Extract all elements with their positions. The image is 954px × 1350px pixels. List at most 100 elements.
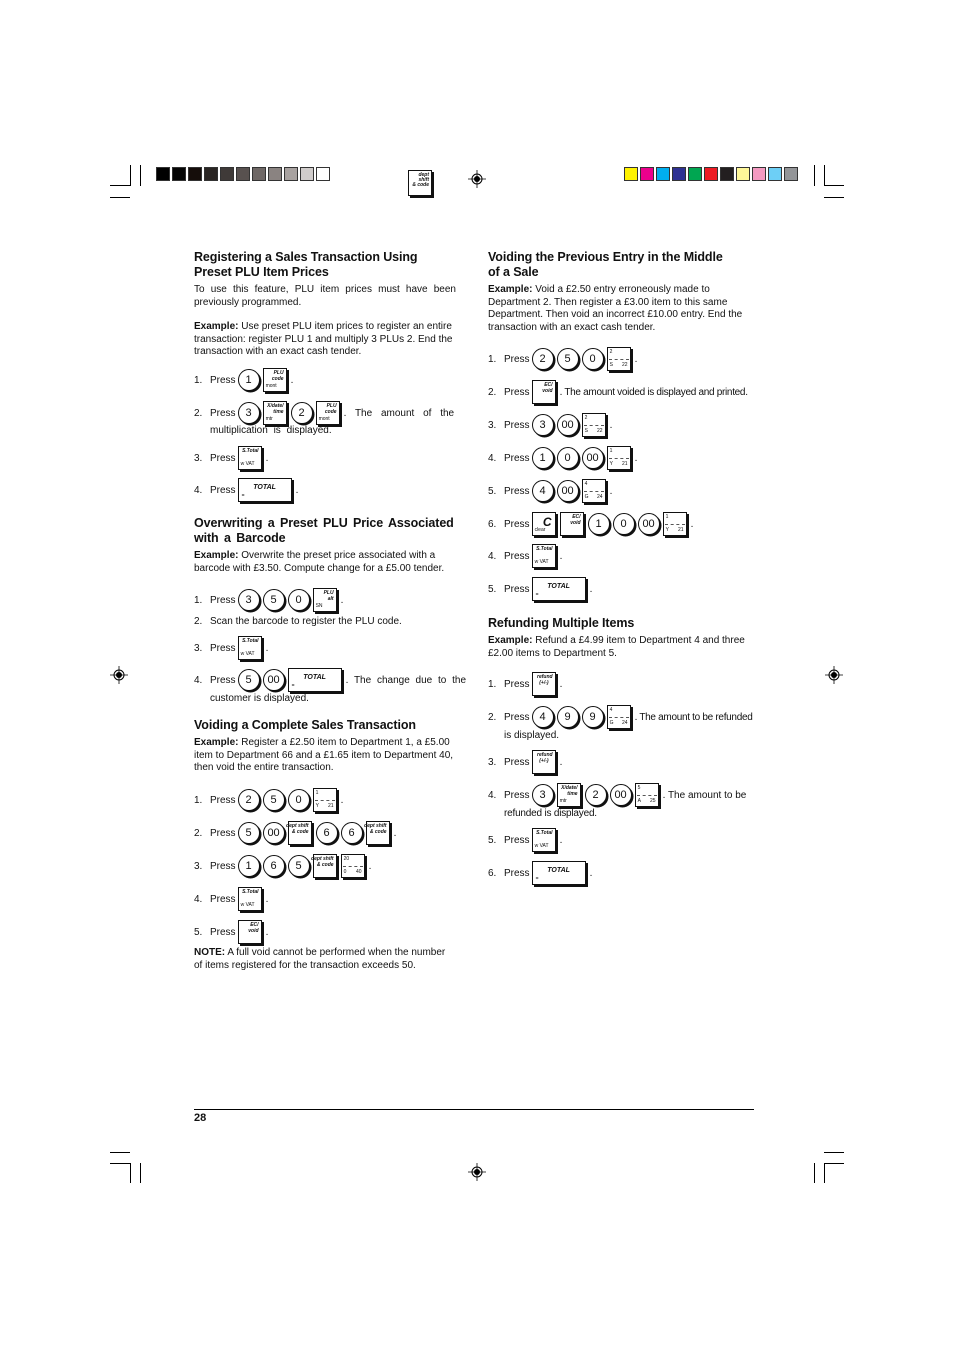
- subtotal-vat-key[interactable]: S.Total w VAT: [531, 544, 556, 568]
- key-2[interactable]: 2: [584, 784, 607, 806]
- clear-key[interactable]: Cclear: [531, 512, 556, 536]
- department-key-5[interactable]: 5 A 25: [634, 783, 659, 807]
- section-title: Refunding Multiple Items: [488, 616, 635, 630]
- dept-shift-code-key[interactable]: dept shift & code: [364, 821, 390, 845]
- key-9[interactable]: 9: [581, 706, 604, 728]
- key-3[interactable]: 3: [531, 414, 554, 436]
- key-5[interactable]: 5: [237, 822, 260, 844]
- calibration-swatch: [688, 167, 702, 181]
- key-00[interactable]: 00: [637, 513, 660, 535]
- section-void-previous: Voiding the Previous Entry in the Middle…: [488, 250, 750, 334]
- department-key-1[interactable]: 1 Y 21: [662, 512, 687, 536]
- calibration-swatch: [236, 167, 250, 181]
- multiply-time-key[interactable]: X/date/time mtr: [262, 401, 287, 425]
- step-number: 1.: [194, 374, 203, 386]
- key-1[interactable]: 1: [237, 855, 260, 877]
- key-label: (+/-): [539, 680, 549, 686]
- plu-alt-key[interactable]: PLU alt SN: [312, 588, 337, 612]
- department-key-4[interactable]: 4 G 24: [606, 705, 631, 729]
- dept-shift-code-key[interactable]: dept shift & code: [311, 854, 337, 878]
- ec-void-key[interactable]: EC/void: [531, 380, 556, 404]
- key-4[interactable]: 4: [531, 706, 554, 728]
- step-press: Press: [504, 583, 530, 595]
- section-refund-multiple: Refunding Multiple Items Example: Refund…: [488, 616, 750, 660]
- department-key-2[interactable]: 2 S 22: [606, 347, 631, 371]
- calibration-swatch: [624, 167, 638, 181]
- key-label: S.Total: [536, 546, 553, 552]
- refund-key[interactable]: refund (+/-): [531, 750, 556, 774]
- total-key[interactable]: TOTAL =: [287, 668, 342, 692]
- key-00[interactable]: 00: [581, 447, 604, 469]
- key-1[interactable]: 1: [531, 447, 554, 469]
- subtotal-vat-key[interactable]: S.Total w VAT: [237, 887, 262, 911]
- key-00[interactable]: 00: [609, 784, 632, 806]
- key-label: S.Total: [536, 830, 553, 836]
- key-3[interactable]: 3: [237, 589, 260, 611]
- key-1[interactable]: 1: [587, 513, 610, 535]
- step: 3. Press 3 00 2 S 22 .: [488, 413, 612, 437]
- step-press: Press: [210, 860, 236, 872]
- left-column: Registering a Sales Transaction Using Pr…: [194, 250, 456, 359]
- key-9[interactable]: 9: [556, 706, 579, 728]
- step: 2. Press 3 X/date/time mtr 2 PLU code mont …: [194, 401, 456, 425]
- key-5[interactable]: 5: [287, 855, 310, 877]
- key-2[interactable]: 2: [531, 348, 554, 370]
- department-key-1[interactable]: 1 Y 21: [606, 446, 631, 470]
- step: 4. Press 5 00 TOTAL = . The change due to…: [194, 668, 466, 692]
- multiply-time-key[interactable]: X/date/time mtr: [556, 783, 581, 807]
- plu-code-key[interactable]: PLU code mont: [262, 368, 287, 392]
- department-key-2[interactable]: 2 S 22: [581, 413, 606, 437]
- key-label: SN: [315, 603, 323, 609]
- key-6[interactable]: 6: [315, 822, 338, 844]
- key-0[interactable]: 0: [581, 348, 604, 370]
- subtotal-vat-key[interactable]: S.Total w VAT: [237, 636, 262, 660]
- total-key[interactable]: TOTAL =: [237, 478, 292, 502]
- key-00[interactable]: 00: [556, 414, 579, 436]
- step-press: Press: [504, 419, 530, 431]
- step-press: Press: [504, 756, 530, 768]
- key-6[interactable]: 6: [262, 855, 285, 877]
- key-3[interactable]: 3: [237, 402, 260, 424]
- key-label: S.Total: [242, 889, 259, 895]
- key-2[interactable]: 2: [237, 789, 260, 811]
- key-6[interactable]: 6: [340, 822, 363, 844]
- key-1[interactable]: 1: [237, 369, 260, 391]
- step-trail: .: [589, 867, 593, 879]
- key-00[interactable]: 00: [262, 669, 285, 691]
- crop-mark: [814, 165, 815, 186]
- key-5[interactable]: 5: [556, 348, 579, 370]
- key-0[interactable]: 0: [556, 447, 579, 469]
- step-press: Press: [504, 485, 530, 497]
- subtotal-vat-key[interactable]: S.Total w VAT: [237, 446, 262, 470]
- key-2[interactable]: 2: [290, 402, 313, 424]
- key-5[interactable]: 5: [262, 789, 285, 811]
- key-5[interactable]: 5: [237, 669, 260, 691]
- refund-key[interactable]: refund (+/-): [531, 672, 556, 696]
- registration-mark-icon: [468, 170, 486, 188]
- key-00[interactable]: 00: [262, 822, 285, 844]
- step-number: 1.: [488, 678, 497, 690]
- key-3[interactable]: 3: [531, 784, 554, 806]
- key-0[interactable]: 0: [287, 589, 310, 611]
- total-key[interactable]: TOTAL =: [531, 861, 586, 885]
- department-key-1[interactable]: 1 Y 21: [312, 788, 337, 812]
- key-0[interactable]: 0: [612, 513, 635, 535]
- department-key-4[interactable]: 4 G 24: [581, 479, 606, 503]
- step: 5. Press S.Total w VAT .: [488, 828, 562, 852]
- key-00[interactable]: 00: [556, 480, 579, 502]
- total-key[interactable]: TOTAL =: [531, 577, 586, 601]
- ec-void-key[interactable]: EC/void: [237, 920, 262, 944]
- subtotal-vat-key[interactable]: S.Total w VAT: [531, 828, 556, 852]
- key-0[interactable]: 0: [287, 789, 310, 811]
- key-4[interactable]: 4: [531, 480, 554, 502]
- plu-code-key[interactable]: PLU code mont: [315, 401, 340, 425]
- key-label: (+/-): [539, 758, 549, 764]
- department-key-20-40[interactable]: 20 0 40: [340, 854, 365, 878]
- key-5[interactable]: 5: [262, 589, 285, 611]
- key-label: 21: [328, 803, 334, 809]
- calibration-swatch: [672, 167, 686, 181]
- step-trail: .: [634, 452, 638, 464]
- dept-shift-code-key[interactable]: dept shift & code: [286, 821, 312, 845]
- key-label: G: [609, 720, 614, 726]
- ec-void-key[interactable]: EC/void: [559, 512, 584, 536]
